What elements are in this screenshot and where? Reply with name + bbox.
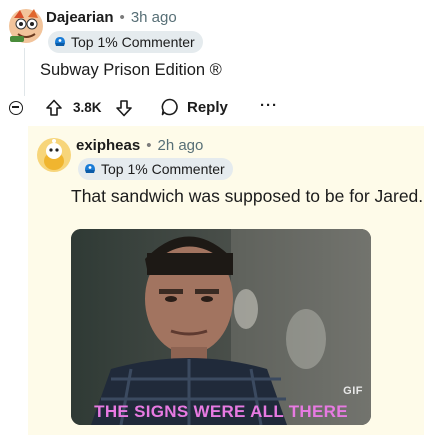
speech-bubble-icon (161, 98, 178, 116)
comment-body: That sandwich was supposed to be for Jar… (71, 186, 424, 206)
gif-embed[interactable]: GIF THE SIGNS WERE ALL THERE (71, 229, 371, 425)
gif-frame-image (71, 229, 371, 425)
vote-score: 3.8K (73, 100, 102, 115)
gif-caption: THE SIGNS WERE ALL THERE (94, 402, 348, 421)
reply-button[interactable]: Reply (160, 97, 228, 117)
flair-label: Top 1% Commenter (71, 34, 195, 50)
collapse-thread-icon[interactable] (9, 101, 23, 115)
flair-label: Top 1% Commenter (101, 161, 225, 177)
user-avatar[interactable] (8, 8, 44, 44)
more-options-button[interactable]: ··· (260, 97, 278, 114)
username[interactable]: Dajearian (46, 9, 114, 26)
user-flair: Top 1% Commenter (78, 158, 233, 180)
timestamp[interactable]: 2h ago (157, 137, 203, 154)
separator-dot: • (146, 137, 152, 154)
gif-badge: GIF (343, 385, 363, 397)
upvote-icon[interactable] (44, 98, 64, 118)
user-flair: Top 1% Commenter (48, 31, 203, 53)
comment-header: exipheas • 2h ago (76, 137, 203, 154)
comment-body: Subway Prison Edition ® (40, 61, 222, 79)
commenter-badge-icon (55, 37, 65, 46)
separator-dot: • (119, 9, 125, 26)
commenter-badge-icon (85, 164, 95, 173)
thread-line[interactable] (24, 48, 25, 96)
reply-label: Reply (187, 98, 228, 116)
user-avatar[interactable] (36, 137, 72, 173)
username[interactable]: exipheas (76, 137, 140, 154)
timestamp[interactable]: 3h ago (131, 9, 177, 26)
downvote-icon[interactable] (114, 98, 134, 118)
comment-header: Dajearian • 3h ago (46, 9, 177, 26)
